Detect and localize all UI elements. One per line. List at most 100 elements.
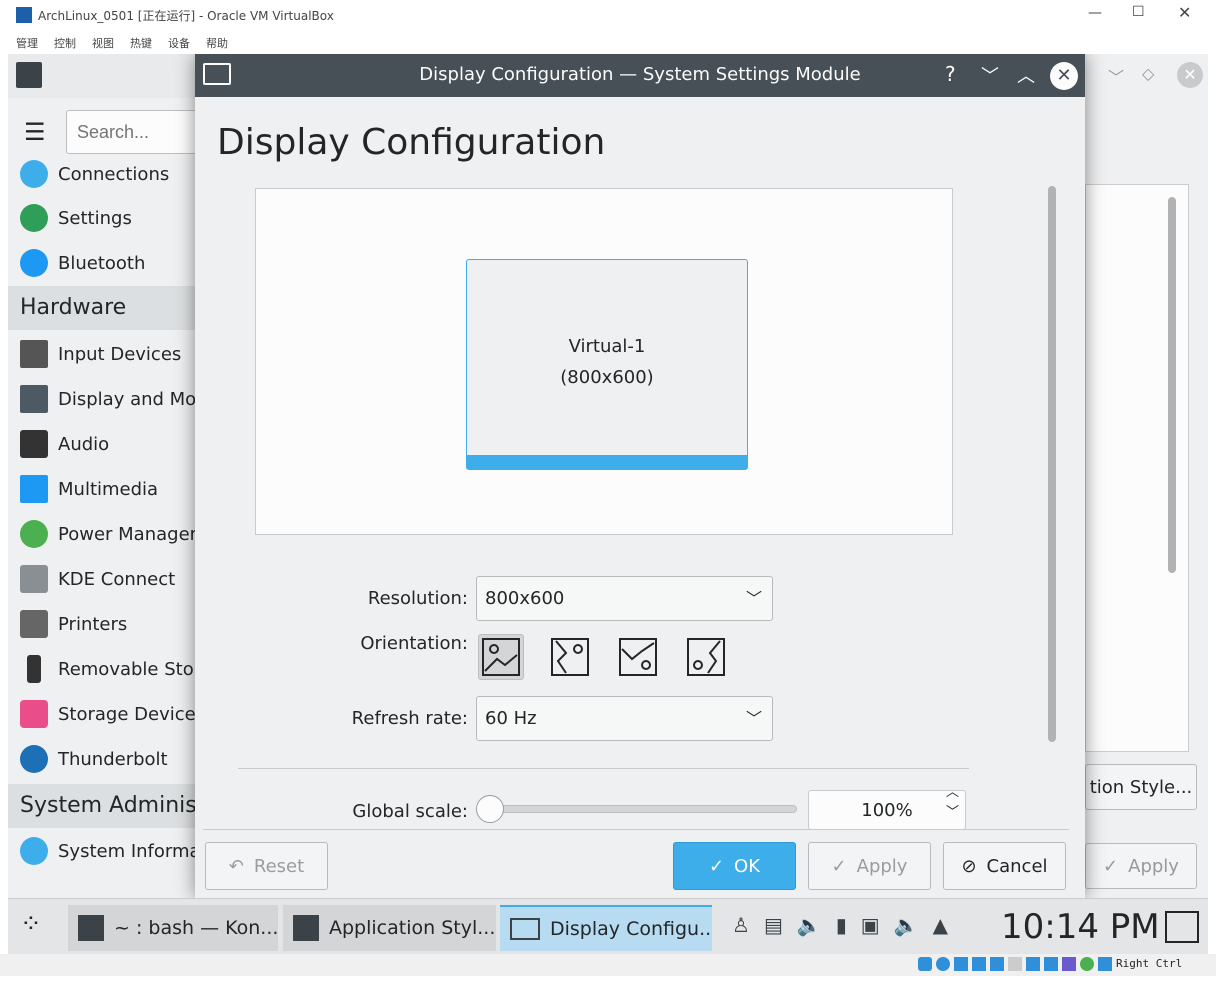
network-icon[interactable] bbox=[972, 957, 986, 971]
check-icon: ✓ bbox=[708, 855, 725, 877]
video-capture-icon[interactable] bbox=[1044, 957, 1058, 971]
orientation-inverted-button[interactable] bbox=[615, 634, 661, 680]
global-scale-label: Global scale: bbox=[352, 801, 468, 822]
sidebar-item-input-devices[interactable]: Input Devices bbox=[8, 332, 198, 376]
page-title: Display Configuration bbox=[217, 122, 606, 163]
hamburger-menu-icon[interactable]: ☰ bbox=[24, 118, 46, 146]
clipboard-icon[interactable]: ▤ bbox=[764, 913, 797, 937]
sidebar-item-thunderbolt[interactable]: Thunderbolt bbox=[8, 737, 198, 781]
app-icon bbox=[16, 62, 42, 88]
show-desktop-icon[interactable] bbox=[1165, 911, 1199, 943]
sidebar-item-kde-connect[interactable]: KDE Connect bbox=[8, 557, 198, 601]
task-konsole[interactable]: ~ : bash — Kon... bbox=[68, 905, 278, 951]
usb-icon[interactable] bbox=[990, 957, 1004, 971]
landscape-icon bbox=[482, 638, 520, 676]
section-system-administration: System Administration bbox=[8, 784, 198, 828]
sidebar-item-display[interactable]: Display and Monitor bbox=[8, 377, 198, 421]
menu-manage[interactable]: 管理 bbox=[16, 37, 38, 50]
global-scale-slider[interactable] bbox=[487, 805, 797, 813]
orientation-label: Orientation: bbox=[360, 633, 468, 654]
shared-folders-icon[interactable] bbox=[1008, 957, 1022, 971]
monitor-icon bbox=[510, 918, 540, 940]
hard-disk-icon[interactable] bbox=[918, 957, 932, 971]
output-virtual-1[interactable]: Virtual-1 (800x600) bbox=[466, 259, 748, 470]
refresh-rate-label: Refresh rate: bbox=[351, 708, 468, 729]
clock[interactable]: 10:14 PM bbox=[1001, 907, 1160, 947]
user-icon[interactable]: ♙ bbox=[732, 913, 764, 937]
orientation-portrait-button[interactable] bbox=[547, 634, 593, 680]
usb-icon bbox=[27, 655, 41, 683]
sidebar-item-printers[interactable]: Printers bbox=[8, 602, 198, 646]
ok-button[interactable]: ✓ OK bbox=[673, 842, 796, 890]
menu-control[interactable]: 控制 bbox=[54, 37, 76, 50]
sidebar-item-audio[interactable]: Audio bbox=[8, 422, 198, 466]
sidebar-item-system-information[interactable]: System Information bbox=[8, 829, 198, 873]
maximize-button[interactable]: ☐ bbox=[1132, 4, 1145, 20]
resolution-dropdown[interactable]: 800x600 ﹀ bbox=[476, 576, 773, 621]
menu-view[interactable]: 视图 bbox=[92, 37, 114, 50]
task-display-configuration[interactable]: Display Configu... bbox=[500, 905, 712, 951]
background-apply-button[interactable]: ✓ Apply bbox=[1085, 843, 1197, 889]
sidebar-item-bluetooth[interactable]: Bluetooth bbox=[8, 241, 198, 285]
close-button[interactable]: ✕ bbox=[1178, 3, 1191, 22]
display-configuration-dialog: Display Configuration — System Settings … bbox=[195, 54, 1085, 898]
cancel-button[interactable]: ⊘ Cancel bbox=[943, 842, 1066, 890]
minimize-button[interactable]: ﹀ bbox=[981, 62, 999, 88]
button-label: Cancel bbox=[986, 855, 1048, 877]
power-icon bbox=[20, 520, 48, 548]
dialog-scrollbar[interactable] bbox=[1048, 186, 1056, 742]
network-icon[interactable]: ▣ bbox=[861, 913, 894, 937]
task-label: ~ : bash — Kon... bbox=[114, 917, 278, 939]
sidebar-item-multimedia[interactable]: Multimedia bbox=[8, 467, 198, 511]
minimize-button[interactable]: — bbox=[1088, 5, 1102, 21]
search-input[interactable] bbox=[66, 110, 206, 154]
scrollbar[interactable] bbox=[1168, 197, 1176, 573]
menu-devices[interactable]: 设备 bbox=[168, 37, 190, 50]
spin-arrows-icon[interactable]: ︿ ﹀ bbox=[946, 783, 959, 823]
optical-drive-icon[interactable] bbox=[936, 957, 950, 971]
orientation-portrait-right-button[interactable] bbox=[683, 634, 729, 680]
help-button[interactable]: ? bbox=[945, 62, 956, 86]
button-label: tion Style... bbox=[1089, 776, 1193, 798]
display-icon[interactable] bbox=[1026, 957, 1040, 971]
menu-help[interactable]: 帮助 bbox=[206, 37, 228, 50]
monitor-icon bbox=[20, 385, 48, 413]
maximize-button[interactable]: ︿ bbox=[1017, 62, 1035, 88]
orientation-landscape-button[interactable] bbox=[478, 634, 524, 680]
application-launcher-icon[interactable]: ⁘ bbox=[20, 909, 42, 939]
sidebar-item-storage-devices[interactable]: Storage Devices bbox=[8, 692, 198, 736]
task-label: Display Configu... bbox=[550, 918, 712, 940]
expand-tray-icon[interactable]: ▲ bbox=[933, 913, 962, 937]
task-application-style[interactable]: Application Styl... bbox=[283, 905, 496, 951]
sidebar-item-label: Multimedia bbox=[58, 478, 159, 500]
taskbar: ⁘ ~ : bash — Kon... Application Styl... … bbox=[8, 898, 1208, 954]
refresh-rate-dropdown[interactable]: 60 Hz ﹀ bbox=[476, 696, 773, 741]
usb-icon[interactable]: ▮ bbox=[836, 913, 861, 937]
audio-icon[interactable]: 🔈 bbox=[894, 913, 933, 937]
configure-decoration-style-button[interactable]: tion Style... bbox=[1085, 764, 1197, 810]
sidebar-item-label: Display and Monitor bbox=[58, 388, 198, 410]
sidebar-item-connections[interactable]: Connections bbox=[8, 152, 198, 196]
close-button[interactable]: ✕ bbox=[1050, 62, 1078, 90]
guest-additions-icon[interactable] bbox=[1080, 957, 1094, 971]
minimize-icon: ﹀ bbox=[1108, 68, 1125, 87]
task-label: Application Styl... bbox=[329, 917, 496, 939]
apply-button[interactable]: ✓ Apply bbox=[808, 842, 931, 890]
sidebar-item-removable-storage[interactable]: Removable Storage bbox=[8, 647, 198, 691]
chevron-down-icon: ﹀ bbox=[745, 589, 762, 608]
multimedia-icon bbox=[20, 475, 48, 503]
scale-value: 100% bbox=[861, 800, 913, 821]
sidebar-item-power[interactable]: Power Management bbox=[8, 512, 198, 556]
menu-hotkey[interactable]: 热键 bbox=[130, 37, 152, 50]
volume-icon[interactable]: 🔈 bbox=[797, 913, 836, 937]
keyboard-capture-icon[interactable] bbox=[1098, 957, 1112, 971]
audio-icon[interactable] bbox=[954, 957, 968, 971]
sidebar-item-settings[interactable]: Settings bbox=[8, 196, 198, 240]
terminal-icon bbox=[78, 915, 104, 941]
vt-x-icon[interactable] bbox=[1062, 957, 1076, 971]
global-scale-spinbox[interactable]: 100% ︿ ﹀ bbox=[808, 785, 966, 830]
virtualbox-titlebar: ArchLinux_0501 [正在运行] - Oracle VM Virtua… bbox=[0, 0, 1216, 30]
button-label: OK bbox=[734, 855, 761, 877]
reset-button[interactable]: ↶ Reset bbox=[205, 842, 328, 890]
slider-handle[interactable] bbox=[476, 795, 504, 823]
